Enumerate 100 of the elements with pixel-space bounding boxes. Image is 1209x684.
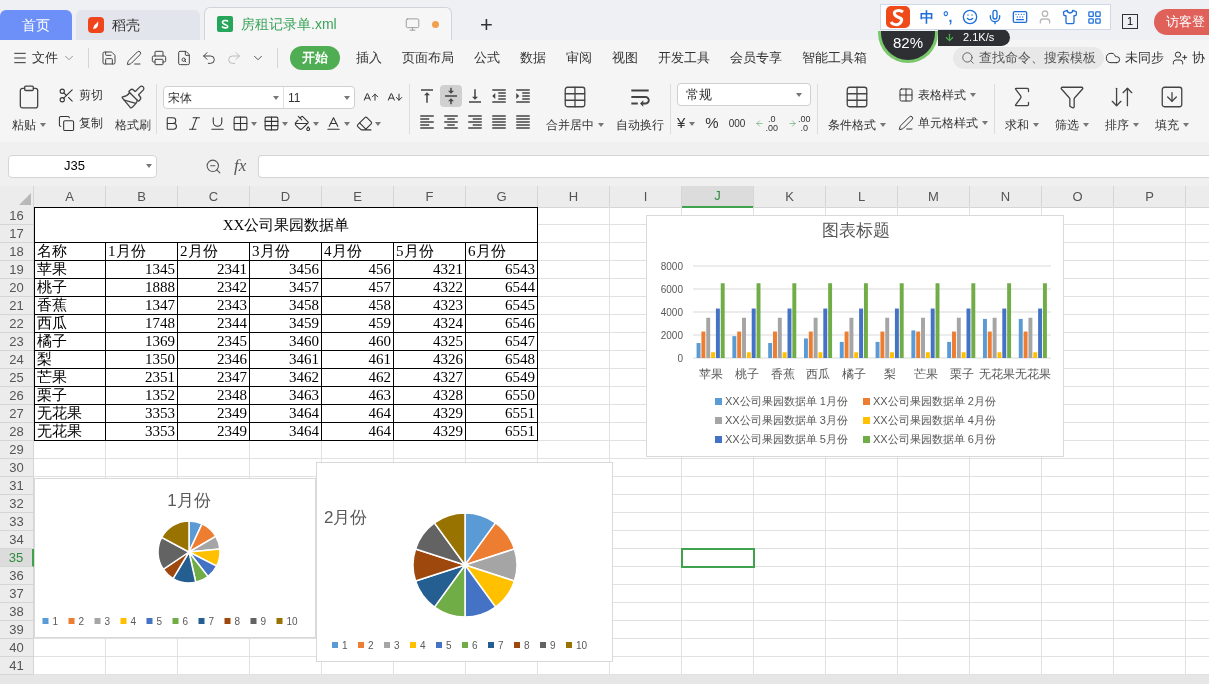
row-header[interactable]: 25 [0,369,34,387]
italic-button[interactable] [186,115,203,132]
horizontal-scrollbar[interactable] [0,675,1209,684]
row-header[interactable]: 21 [0,297,34,315]
ime-logo-icon[interactable] [885,5,911,29]
punctuation-toggle[interactable]: °, [943,6,953,28]
ribbon-tab[interactable]: 数据 [516,48,550,68]
sync-button[interactable]: 未同步 [1105,48,1164,68]
row-header[interactable]: 30 [0,459,34,477]
legend-item: 5 [436,640,452,651]
formula-input[interactable] [258,154,1209,178]
fill-button[interactable]: 填充 [1151,84,1193,134]
row-header[interactable]: 19 [0,261,34,279]
ribbon-tab[interactable]: 公式 [470,48,504,68]
ribbon-tab[interactable]: 会员专享 [726,48,786,68]
input-mode-toggle[interactable]: 中 [920,6,934,28]
thousands-button[interactable]: 000 [728,116,746,131]
sort-button[interactable]: 排序 [1101,84,1143,134]
column-header[interactable]: H [538,186,610,208]
row-header[interactable]: 16 [0,207,34,225]
row-header[interactable]: 29 [0,441,34,459]
file-menu[interactable]: 文件 [12,48,76,68]
column-header[interactable]: P [1114,186,1186,208]
cell-style-button[interactable]: 单元格样式 [898,114,988,132]
legend-label: 7 [208,616,215,627]
row-header[interactable]: 32 [0,495,34,513]
ribbon-tab[interactable]: 插入 [352,48,386,68]
guest-login-button[interactable]: 访客登 [1154,9,1209,35]
command-search-field[interactable]: 查找命令、搜索模板 [953,47,1104,69]
name-box[interactable]: J35 [8,154,157,178]
table-cell: 2344 [178,315,250,333]
wrap-text-button[interactable]: 自动换行 [616,84,664,134]
underline-button[interactable] [209,115,226,132]
selected-cell[interactable] [681,548,755,568]
row-header[interactable]: 23 [0,333,34,351]
column-header[interactable]: L [826,186,898,208]
chart-card[interactable]: 1月份 1 2 3 4 5 6 7 8 9 10 [34,478,316,638]
column-header[interactable]: N [970,186,1042,208]
percent-button[interactable]: % [705,112,719,135]
decimal-button[interactable]: .00 .0 [787,114,811,133]
paste-button[interactable]: 粘贴 [8,84,50,134]
ribbon-tab[interactable]: 智能工具箱 [798,48,871,68]
table-cell: 6545 [466,297,538,315]
row-header[interactable]: 37 [0,585,34,603]
cut-button[interactable]: 剪切 [58,86,103,104]
row-header[interactable]: 20 [0,279,34,297]
row-header[interactable]: 18 [0,243,34,261]
ribbon-tab[interactable]: 开发工具 [654,48,714,68]
column-heading: 2月份 [178,243,250,261]
ribbon-tab[interactable]: 页面布局 [398,48,458,68]
clear-button[interactable] [356,115,381,132]
column-heading: 3月份 [250,243,322,261]
conditional-format-button[interactable]: 条件格式 [824,84,890,134]
fill-color-button[interactable] [294,115,319,132]
ribbon-tab[interactable]: 视图 [608,48,642,68]
table-style-button[interactable]: 表格样式 [898,86,988,104]
row-header[interactable]: 31 [0,477,34,495]
sum-button[interactable]: 求和 [1001,84,1043,134]
row-header[interactable]: 33 [0,513,34,531]
format-painter-button[interactable]: 格式刷 [111,84,155,134]
ribbon-tab[interactable]: 审阅 [562,48,596,68]
page-count[interactable]: 1 [1121,14,1138,30]
font-color-button[interactable] [325,115,350,132]
table-cell: 456 [322,261,394,279]
row-header[interactable]: 24 [0,351,34,369]
print-preview-icon [176,50,192,66]
row-header[interactable]: 17 [0,225,34,243]
function-label[interactable]: fx [234,153,247,179]
merge-center-button[interactable]: 合并居中 [542,84,608,134]
filter-button[interactable]: 筛选 [1051,84,1093,134]
row-header[interactable]: 40 [0,639,34,657]
decimal-button[interactable]: .0 .00 [755,114,778,133]
row-header[interactable]: 39 [0,621,34,639]
row-header[interactable]: 26 [0,387,34,405]
column-header[interactable]: M [898,186,970,208]
vertical-align-button[interactable] [440,85,462,107]
borders-button[interactable] [232,115,257,132]
pen-icon [126,50,142,66]
row-header[interactable]: 22 [0,315,34,333]
row-header[interactable]: 36 [0,567,34,585]
row-header[interactable]: 27 [0,405,34,423]
chart-card[interactable]: 图表标题 0 2000 4000 6000 8000 苹果 桃子 香蕉 西瓜 橘子 梨 芒果 栗子 无花果无花果 XX公司果园数据单 1月份 XX公司果园数据单 2月份 XX公司果园数据单 3月份 XX公司果园数据单 4月份 XX公司果园数据单 5月份 XX公司果园数据单 6月份 [646,215,1064,457]
row-header[interactable]: 38 [0,603,34,621]
number-format-select[interactable]: 常规 [677,83,811,107]
add-user-icon [1172,50,1188,66]
row-header[interactable]: 34 [0,531,34,549]
copy-button[interactable]: 复制 [58,114,103,132]
collaborate-button[interactable]: 协 [1172,48,1205,68]
cell-format-button[interactable] [263,115,288,132]
row-header[interactable]: 41 [0,657,34,675]
column-header[interactable]: K [754,186,826,208]
document-tab[interactable]: 稻壳 [76,10,200,40]
currency-button[interactable]: ¥ [677,112,696,135]
column-header[interactable]: O [1042,186,1114,208]
emoji-icon [961,9,978,25]
new-tab-button[interactable]: + [472,14,501,36]
table-cell: 4326 [394,351,466,369]
row-header[interactable]: 28 [0,423,34,441]
table-cell: 4325 [394,333,466,351]
chart-card[interactable]: 2月份 1 2 3 4 5 6 7 8 9 10 [316,462,613,662]
